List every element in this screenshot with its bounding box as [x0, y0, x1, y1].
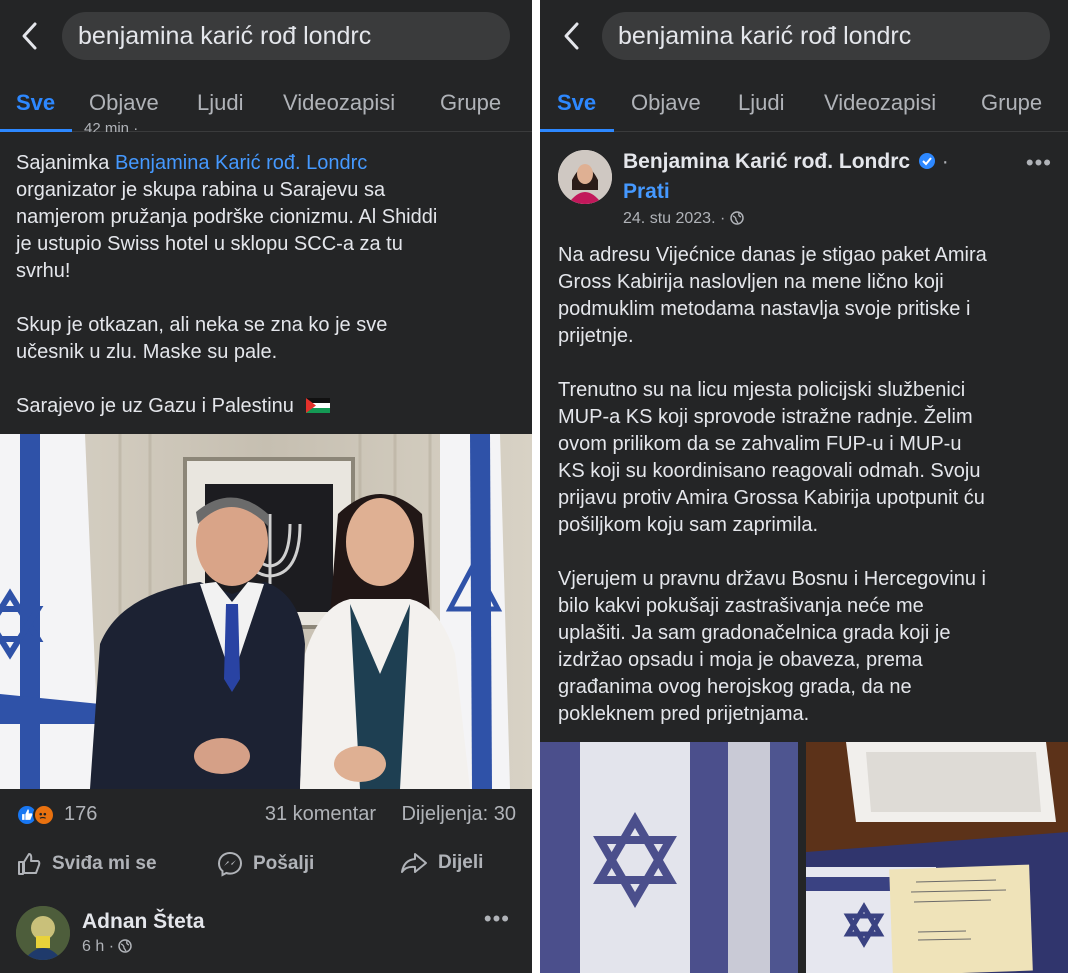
like-button-label: Sviđa mi se	[52, 853, 157, 874]
search-input[interactable]: benjamina karić rođ londrc	[62, 12, 510, 60]
search-tabs: Sve Objave Ljudi Videozapisi Grupe	[540, 78, 1068, 132]
send-button[interactable]: Pošalji	[217, 851, 314, 877]
globe-icon	[730, 211, 744, 225]
post-text-line: prijavu protiv Amira Grossa Kabirija upo…	[558, 487, 985, 509]
panel-divider	[532, 0, 540, 973]
post-author: Benjamina Karić rođ. Londrc ·	[623, 150, 949, 174]
post-text-line: građanima ovog herojskog grada, da ne	[558, 676, 912, 698]
share-button-label: Dijeli	[438, 852, 484, 873]
photo-scene	[0, 434, 532, 789]
back-arrow-icon[interactable]	[16, 20, 44, 52]
angry-reaction-icon	[33, 804, 55, 826]
search-bar: benjamina karić rođ londrc	[0, 10, 532, 62]
post-text-line: učesnik u zlu. Maske su pale.	[16, 341, 278, 363]
more-options-icon[interactable]: •••	[484, 906, 510, 932]
search-input[interactable]: benjamina karić rođ londrc	[602, 12, 1050, 60]
tab-objave[interactable]: Objave	[631, 90, 701, 116]
post-text-line: KS koji su koordinisano reagovali odmah.…	[558, 460, 981, 482]
israeli-flag-photo	[540, 742, 798, 973]
tab-objave[interactable]: Objave	[89, 90, 159, 116]
avatar[interactable]	[16, 906, 70, 960]
post-text-line: pošiljkom koju sam zaprimila.	[558, 514, 819, 536]
post-text-line: uplašiti. Ja sam gradonačelnica grada ko…	[558, 622, 951, 644]
messenger-icon	[217, 851, 243, 877]
post-text-line: Na adresu Vijećnice danas je stigao pake…	[558, 244, 987, 266]
tab-sve[interactable]: Sve	[16, 90, 55, 116]
tab-videozapisi[interactable]: Videozapisi	[824, 90, 936, 116]
post-text-line: Trenutno su na licu mjesta policijski sl…	[558, 379, 966, 401]
post-photo-package[interactable]	[806, 742, 1068, 973]
package-photo	[806, 742, 1068, 973]
post-text: Na adresu Vijećnice danas je stigao pake…	[558, 242, 1063, 728]
right-search-results-panel: benjamina karić rođ londrc Sve Objave Lj…	[540, 0, 1068, 973]
post-text-line: prijetnje.	[558, 325, 634, 347]
reaction-count[interactable]: 176	[64, 803, 97, 826]
left-search-results-panel: benjamina karić rođ londrc Sve Objave Lj…	[0, 0, 532, 973]
back-arrow-icon[interactable]	[558, 20, 586, 52]
post-timestamp: 42 min ·	[84, 120, 139, 132]
active-tab-indicator	[0, 129, 72, 132]
palestine-flag-icon	[305, 398, 330, 413]
reactions-bar: 176 31 komentar Dijeljenja: 30	[16, 800, 516, 830]
post-actions: Sviđa mi se Pošalji Dijeli	[0, 845, 532, 885]
tab-ljudi[interactable]: Ljudi	[197, 90, 243, 116]
tab-videozapisi[interactable]: Videozapisi	[283, 90, 395, 116]
post-text-line: pokleknem pred prijetnjama.	[558, 703, 810, 725]
profile-link[interactable]: Benjamina Karić rođ. Londrc	[115, 152, 367, 174]
post-text-line: organizator je skupa rabina u Sarajevu s…	[16, 179, 386, 201]
post-text-line: Skup je otkazan, ali neka se zna ko je s…	[16, 314, 388, 336]
post-text-line: MUP-a KS koji sprovode istražne radnje. …	[558, 406, 973, 428]
tab-sve[interactable]: Sve	[557, 90, 596, 116]
comment-count[interactable]: 31 komentar	[265, 803, 376, 826]
post-text-line: svrhu!	[16, 260, 71, 282]
post-text-line: ovom prilikom da se zahvalim FUP-u i MUP…	[558, 433, 962, 455]
thumbs-up-icon	[18, 853, 41, 875]
post-text: Sajanimka Benjamina Karić rođ. Londrc or…	[16, 150, 516, 420]
post-text-line: je ustupio Swiss hotel u sklopu SCC-a za…	[16, 233, 403, 255]
search-bar: benjamina karić rođ londrc	[540, 10, 1068, 62]
avatar[interactable]	[558, 150, 612, 204]
post-text-line: Sarajevo je uz Gazu i Palestinu	[16, 395, 294, 417]
active-tab-indicator	[540, 129, 614, 132]
share-count[interactable]: Dijeljenja: 30	[401, 803, 516, 826]
like-button[interactable]: Sviđa mi se	[16, 851, 157, 877]
comment-timestamp: 6 h ·	[82, 938, 133, 956]
commenter-name[interactable]: Adnan Šteta	[82, 910, 205, 934]
post-text-line: Sajanimka	[16, 152, 115, 174]
send-button-label: Pošalji	[253, 853, 315, 874]
post-text-line: namjerom pružanja podrške cionizmu. Al S…	[16, 206, 438, 228]
tab-grupe[interactable]: Grupe	[981, 90, 1042, 116]
post-text-line: podmuklim metodama nastavlja svoje priti…	[558, 298, 971, 320]
tab-grupe[interactable]: Grupe	[440, 90, 501, 116]
tab-ljudi[interactable]: Ljudi	[738, 90, 784, 116]
share-icon	[401, 853, 427, 873]
post-text-line: bilo kakvi pokušaji zastrašivanja neće m…	[558, 595, 924, 617]
comment-item: Adnan Šteta 6 h · •••	[16, 906, 516, 966]
search-tabs: Sve Objave Ljudi Videozapisi Grupe	[0, 78, 532, 132]
more-options-icon[interactable]: •••	[1026, 150, 1052, 176]
follow-button[interactable]: Prati	[623, 180, 670, 204]
post-photo[interactable]	[0, 434, 532, 789]
post-date: 24. stu 2023. ·	[623, 210, 744, 228]
globe-icon	[118, 939, 133, 953]
author-name[interactable]: Benjamina Karić rođ. Londrc	[623, 150, 910, 173]
verified-badge-icon	[918, 153, 935, 169]
post-text-line: Vjerujem u pravnu državu Bosnu i Hercego…	[558, 568, 986, 590]
share-button[interactable]: Dijeli	[400, 851, 483, 875]
separator-dot: ·	[941, 150, 949, 173]
post-text-line: izdržao opsadu i moja je obaveza, prema	[558, 649, 923, 671]
post-photo-flag[interactable]	[540, 742, 798, 973]
post-text-line: Gross Kabirija naslovljen na mene lično …	[558, 271, 944, 293]
